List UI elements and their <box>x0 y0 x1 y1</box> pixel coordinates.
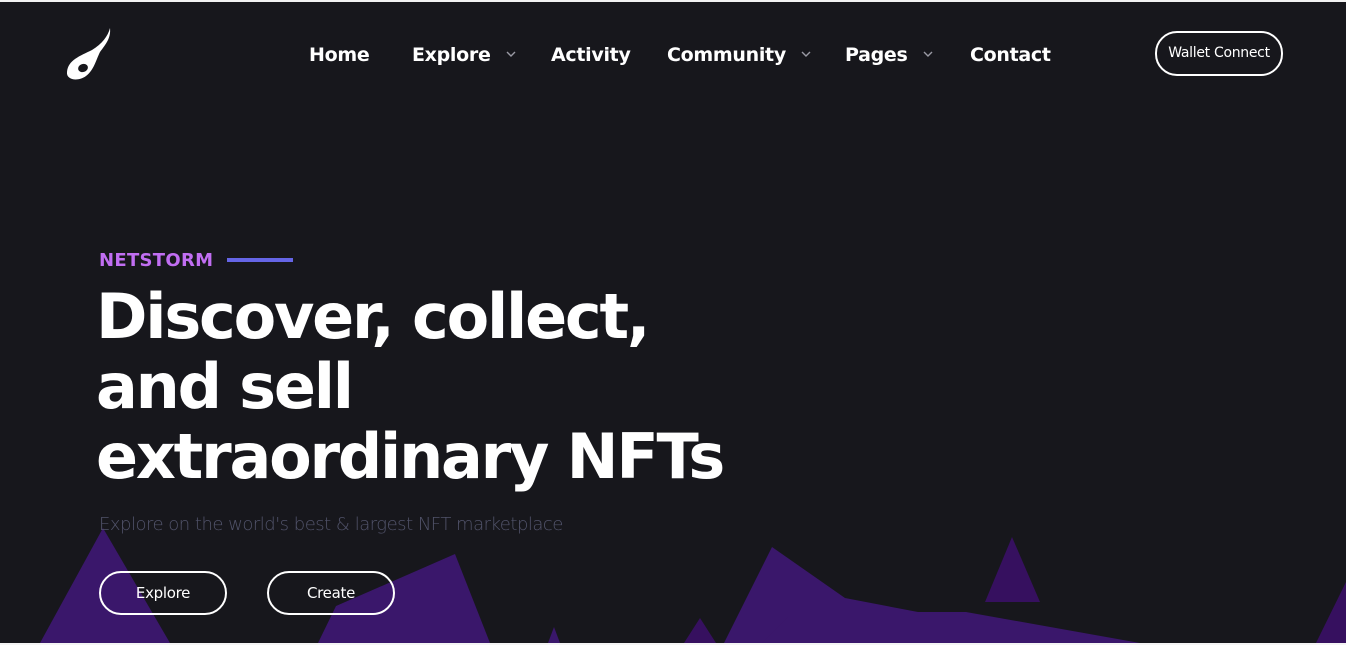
headline-line: extraordinary NFTs <box>96 420 725 493</box>
explore-button[interactable]: Explore <box>99 571 227 615</box>
flame-drop-logo-icon[interactable] <box>64 26 114 82</box>
nav-item-contact[interactable]: Contact <box>970 40 1051 70</box>
mountain-shape <box>684 618 716 643</box>
mountain-shape <box>985 537 1040 602</box>
nav-item-label: Pages <box>845 44 908 66</box>
eyebrow-divider-line <box>227 258 293 262</box>
nav-item-label: Home <box>309 44 370 66</box>
chevron-down-icon <box>801 51 811 57</box>
chevron-down-icon <box>506 51 516 57</box>
hero-page: Home Explore Activity Community Pages Co… <box>0 2 1346 643</box>
nav-item-explore[interactable]: Explore <box>412 40 517 70</box>
hero-subtitle: Explore on the world's best & largest NF… <box>99 514 563 535</box>
headline-line: and sell <box>96 350 354 423</box>
nav-item-label: Explore <box>412 44 491 66</box>
nav-item-label: Activity <box>551 44 631 66</box>
nav-item-activity[interactable]: Activity <box>551 40 631 70</box>
create-button[interactable]: Create <box>267 571 395 615</box>
mountain-shape <box>1316 582 1346 643</box>
headline-line: Discover, collect, <box>96 280 650 353</box>
wallet-connect-button[interactable]: Wallet Connect <box>1155 31 1283 76</box>
chevron-down-icon <box>923 51 933 57</box>
mountain-shape <box>548 627 560 643</box>
hero-eyebrow: NETSTORM <box>99 250 214 271</box>
nav-item-pages[interactable]: Pages <box>845 40 934 70</box>
nav-item-community[interactable]: Community <box>667 40 812 70</box>
nav-item-home[interactable]: Home <box>309 40 370 70</box>
nav-item-label: Community <box>667 44 786 66</box>
nav-item-label: Contact <box>970 44 1051 66</box>
hero-headline: Discover, collect, and sell extraordinar… <box>96 280 725 493</box>
